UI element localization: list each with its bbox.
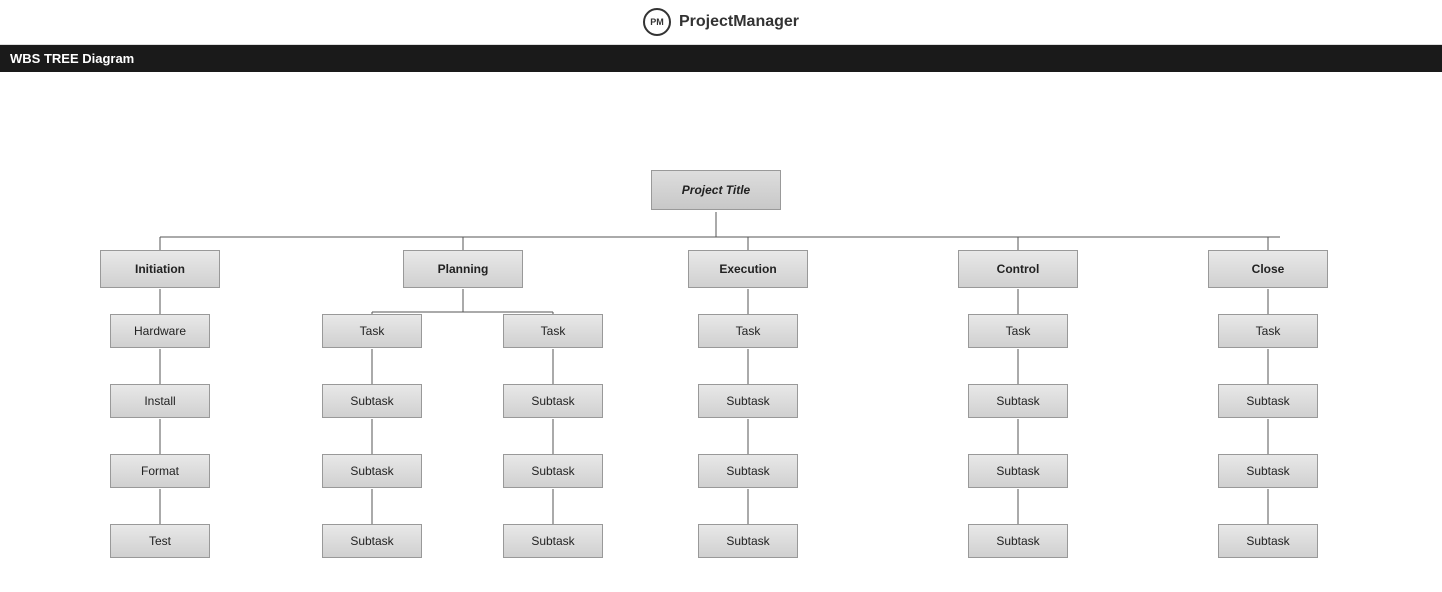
planning-task1-subtask3: Subtask [322,524,422,558]
brand-name: ProjectManager [679,13,799,31]
header: PM ProjectManager [0,0,1442,45]
execution-task: Task [698,314,798,348]
execution-subtask3: Subtask [698,524,798,558]
tree-wrapper: Project Title Initiation Planning Execut… [0,82,1420,572]
root-node: Project Title [651,170,781,210]
planning-task1: Task [322,314,422,348]
l1-control: Control [958,250,1078,288]
planning-task1-subtask1: Subtask [322,384,422,418]
l1-close: Close [1208,250,1328,288]
control-subtask3: Subtask [968,524,1068,558]
title-bar: WBS TREE Diagram [0,45,1442,72]
close-subtask1: Subtask [1218,384,1318,418]
planning-task2-subtask2: Subtask [503,454,603,488]
l1-execution: Execution [688,250,808,288]
execution-subtask1: Subtask [698,384,798,418]
diagram-area: Project Title Initiation Planning Execut… [0,72,1442,592]
l1-planning: Planning [403,250,523,288]
l1-initiation: Initiation [100,250,220,288]
close-subtask3: Subtask [1218,524,1318,558]
initiation-install: Install [110,384,210,418]
initiation-hardware: Hardware [110,314,210,348]
planning-task1-subtask2: Subtask [322,454,422,488]
close-task: Task [1218,314,1318,348]
control-subtask2: Subtask [968,454,1068,488]
control-task: Task [968,314,1068,348]
initiation-test: Test [110,524,210,558]
initiation-format: Format [110,454,210,488]
planning-task2: Task [503,314,603,348]
execution-subtask2: Subtask [698,454,798,488]
control-subtask1: Subtask [968,384,1068,418]
planning-task2-subtask1: Subtask [503,384,603,418]
close-subtask2: Subtask [1218,454,1318,488]
planning-task2-subtask3: Subtask [503,524,603,558]
logo-icon: PM [643,8,671,36]
